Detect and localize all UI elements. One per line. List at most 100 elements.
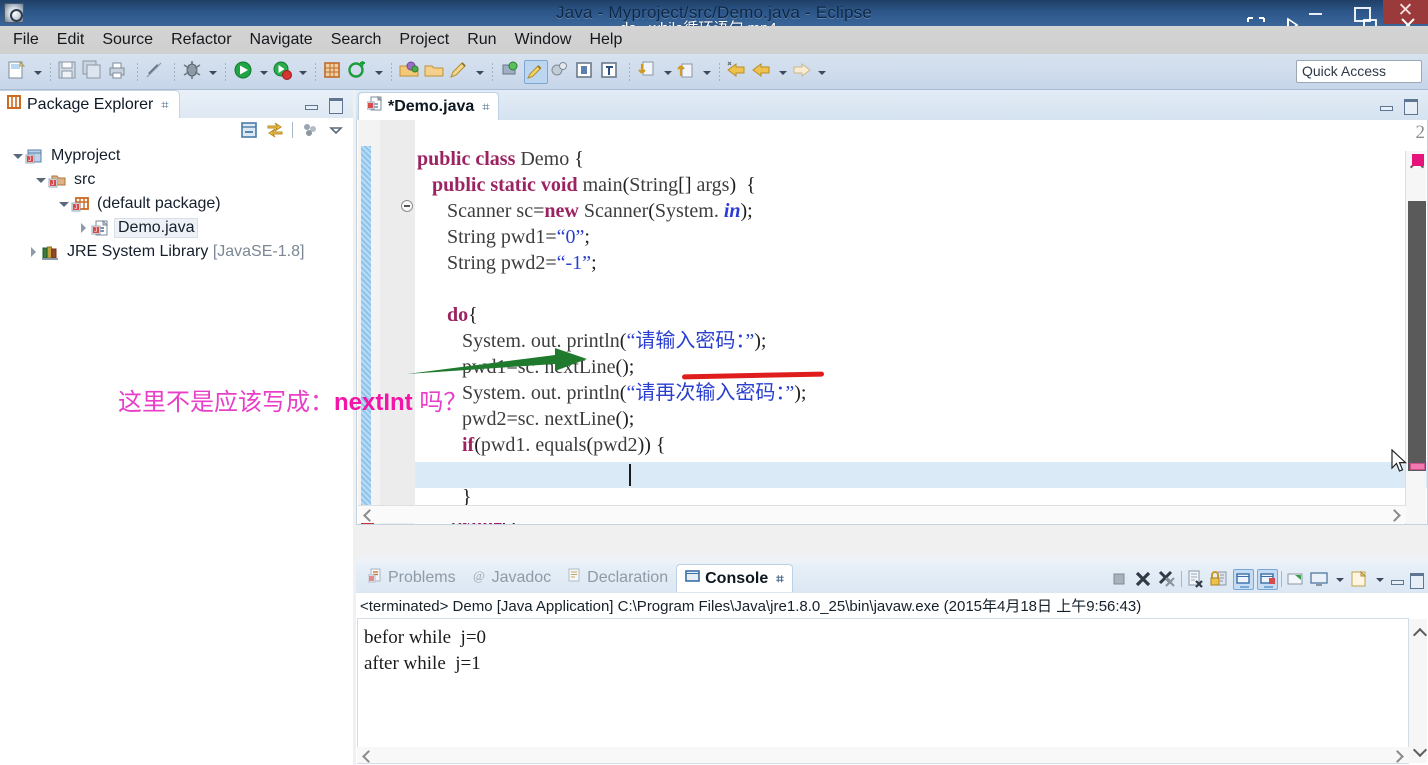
svg-text:J: J bbox=[74, 205, 77, 211]
remove-all-launches-icon[interactable] bbox=[1157, 569, 1178, 590]
forward-back-icon[interactable] bbox=[751, 60, 775, 84]
tab-declaration[interactable]: Declaration bbox=[559, 564, 676, 592]
console-horizontal-scrollbar[interactable] bbox=[357, 747, 1409, 763]
previous-annotation-dropdown-icon[interactable] bbox=[700, 60, 713, 84]
marker-icon[interactable] bbox=[524, 59, 548, 84]
display-selected-console-icon[interactable] bbox=[1309, 569, 1330, 590]
new-dropdown-icon[interactable] bbox=[31, 60, 44, 84]
close-icon[interactable]: ⌗ bbox=[161, 97, 168, 113]
open-console-icon[interactable] bbox=[1349, 569, 1370, 590]
scrollbar-thumb[interactable] bbox=[1408, 201, 1426, 471]
editor-horizontal-scrollbar[interactable] bbox=[358, 505, 1406, 523]
new-icon[interactable] bbox=[6, 60, 30, 84]
back-dropdown-icon[interactable] bbox=[776, 60, 789, 84]
tab-console[interactable]: Console ⌗ bbox=[676, 564, 793, 592]
maximize-console-icon[interactable] bbox=[1408, 571, 1424, 589]
chevron-down-icon[interactable] bbox=[56, 192, 71, 216]
console-vertical-scrollbar[interactable] bbox=[1409, 619, 1427, 763]
overview-error-marker[interactable] bbox=[1412, 154, 1424, 166]
minimize-console-icon[interactable] bbox=[1389, 571, 1405, 587]
minimize-editor-icon[interactable] bbox=[1378, 97, 1394, 113]
forward-dropdown-icon[interactable] bbox=[815, 60, 828, 84]
tree-item-default-package[interactable]: J (default package) bbox=[0, 192, 353, 216]
back-icon[interactable] bbox=[726, 60, 750, 84]
show-console-on-error-icon[interactable] bbox=[1257, 568, 1278, 590]
view-menu-icon[interactable] bbox=[327, 121, 345, 139]
scroll-down-button[interactable] bbox=[1409, 739, 1427, 763]
remove-launch-icon[interactable] bbox=[1133, 569, 1154, 590]
next-annotation-dropdown-icon[interactable] bbox=[661, 60, 674, 84]
fold-marker-icon[interactable] bbox=[401, 200, 413, 212]
tree-item-src[interactable]: J src bbox=[0, 168, 353, 192]
new-element-dropdown-icon[interactable] bbox=[372, 60, 385, 84]
collapse-all-icon[interactable] bbox=[240, 121, 258, 139]
quick-access-input[interactable]: Quick Access bbox=[1296, 60, 1422, 83]
show-whitespace-icon[interactable] bbox=[599, 60, 623, 84]
menu-source[interactable]: Source bbox=[93, 28, 162, 52]
display-console-dropdown-icon[interactable] bbox=[1333, 567, 1346, 591]
search-icon[interactable] bbox=[499, 60, 523, 84]
minimize-view-icon[interactable] bbox=[303, 96, 319, 112]
tab-demo-java[interactable]: *Demo.java ⌗ bbox=[358, 92, 499, 120]
scroll-up-button[interactable] bbox=[1409, 619, 1427, 643]
view-filter-icon[interactable] bbox=[301, 121, 319, 139]
save-icon[interactable] bbox=[57, 60, 81, 84]
menu-navigate[interactable]: Navigate bbox=[241, 28, 322, 52]
menu-help[interactable]: Help bbox=[580, 28, 631, 52]
tab-javadoc[interactable]: @ Javadoc bbox=[464, 564, 560, 592]
close-icon[interactable]: ⌗ bbox=[482, 99, 489, 115]
terminate-icon[interactable] bbox=[1109, 569, 1130, 590]
open-type-icon[interactable] bbox=[398, 60, 422, 84]
open-console-dropdown-icon[interactable] bbox=[1373, 567, 1386, 591]
tree-item-myproject[interactable]: J Myproject bbox=[0, 144, 353, 168]
tree-item-jre-system-library[interactable]: JRE System Library [JavaSE-1.8] bbox=[0, 240, 353, 264]
chevron-down-icon[interactable] bbox=[10, 144, 25, 168]
save-all-icon[interactable] bbox=[82, 60, 106, 84]
maximize-editor-icon[interactable] bbox=[1402, 97, 1418, 115]
menu-file[interactable]: File bbox=[4, 28, 48, 52]
marker-column[interactable] bbox=[358, 120, 380, 524]
print-icon[interactable] bbox=[107, 60, 131, 84]
previous-annotation-icon[interactable] bbox=[675, 60, 699, 84]
chevron-right-icon[interactable] bbox=[76, 216, 91, 240]
lock-scroll-icon[interactable] bbox=[1209, 569, 1230, 590]
overview-warning-marker[interactable] bbox=[1410, 463, 1425, 470]
close-icon[interactable]: ⌗ bbox=[776, 571, 783, 587]
link-with-editor-icon[interactable] bbox=[266, 121, 284, 139]
debug-dropdown-icon[interactable] bbox=[206, 60, 219, 84]
tab-label: Javadoc bbox=[491, 569, 552, 586]
toggle-mark-occurrences-icon[interactable] bbox=[549, 60, 573, 84]
tab-problems[interactable]: Problems bbox=[360, 564, 464, 592]
show-console-on-output-icon[interactable] bbox=[1233, 568, 1254, 590]
debug-icon[interactable] bbox=[181, 60, 205, 84]
new-java-project-icon[interactable] bbox=[322, 60, 346, 84]
coverage-dropdown-icon[interactable] bbox=[296, 60, 309, 84]
open-task-icon[interactable] bbox=[423, 60, 447, 84]
edit-annotation-dropdown-icon[interactable] bbox=[473, 60, 486, 84]
maximize-view-icon[interactable] bbox=[327, 96, 343, 114]
chevron-right-icon[interactable] bbox=[26, 240, 41, 264]
clear-console-icon[interactable] bbox=[1185, 569, 1206, 590]
menu-project[interactable]: Project bbox=[390, 28, 458, 52]
run-dropdown-icon[interactable] bbox=[257, 60, 270, 84]
new-element-icon[interactable] bbox=[347, 60, 371, 84]
edit-annotation-icon[interactable] bbox=[448, 60, 472, 84]
tab-package-explorer[interactable]: Package Explorer ⌗ bbox=[0, 90, 180, 118]
coverage-icon[interactable] bbox=[271, 60, 295, 84]
console-output[interactable]: befor while j=0 after while j=1 bbox=[357, 618, 1409, 764]
pin-console-icon[interactable] bbox=[1285, 569, 1306, 590]
menu-edit[interactable]: Edit bbox=[48, 28, 94, 52]
next-annotation-icon[interactable] bbox=[636, 60, 660, 84]
code-area[interactable]: 2 3 4 5 6 7 8 9 10 11 12 13 14 15 16 17 … bbox=[356, 120, 1428, 525]
editor-console-splitter[interactable] bbox=[356, 555, 1428, 563]
menu-refactor[interactable]: Refactor bbox=[162, 28, 240, 52]
tree-item-demo-java[interactable]: J Demo.java bbox=[0, 216, 353, 240]
toggle-block-selection-icon[interactable] bbox=[574, 60, 598, 84]
link-break-icon[interactable] bbox=[144, 60, 168, 84]
menu-search[interactable]: Search bbox=[322, 28, 391, 52]
run-icon[interactable] bbox=[232, 60, 256, 84]
forward-icon[interactable] bbox=[790, 60, 814, 84]
menu-window[interactable]: Window bbox=[506, 28, 581, 52]
menu-run[interactable]: Run bbox=[458, 28, 505, 52]
chevron-down-icon[interactable] bbox=[33, 168, 48, 192]
